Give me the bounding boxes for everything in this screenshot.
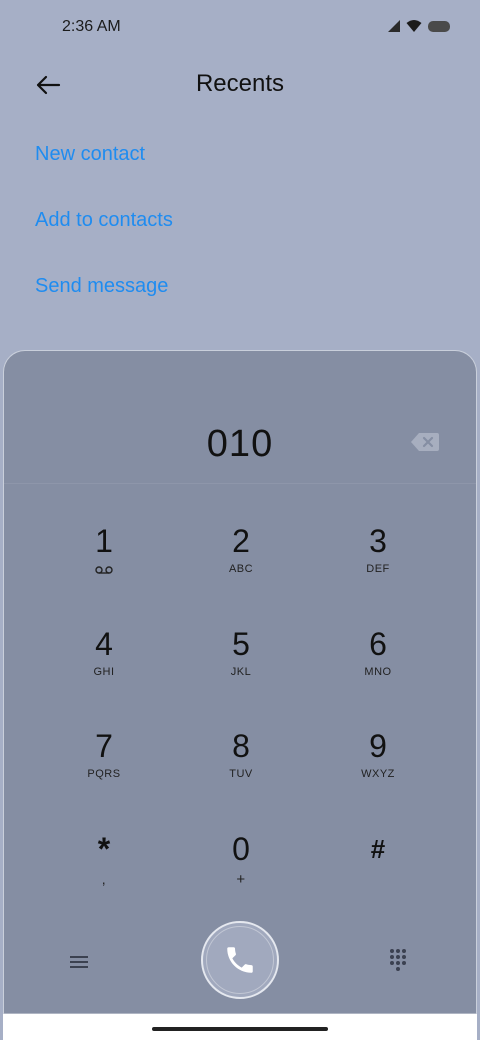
navigation-bar [3,1014,477,1040]
key-4[interactable]: 4 GHI [44,624,164,704]
key-star[interactable]: * , [44,829,164,909]
voicemail-icon [95,566,113,574]
key-letters: WXYZ [361,768,395,780]
key-digit: * [97,831,111,867]
key-2[interactable]: 2 ABC [181,521,301,601]
key-digit: 9 [369,728,387,764]
status-bar: 2:36 AM [0,0,480,56]
keypad-icon [390,949,394,953]
keypad-toggle-button[interactable] [390,949,410,971]
key-digit: 6 [369,626,387,662]
key-0[interactable]: 0 + [181,829,301,909]
header: Recents [0,60,480,110]
key-letters: GHI [93,666,115,678]
new-contact-link[interactable]: New contact [35,140,173,206]
key-letters: MNO [364,666,392,678]
key-letters: JKL [230,666,252,678]
key-letters: TUV [229,768,253,780]
dialpad-panel: 010 1 2 ABC 3 DEF 4 GHI 5 JKL 6 MNO 7 PQ… [3,350,477,1014]
key-3[interactable]: 3 DEF [318,521,438,601]
dialer-bottom-bar [4,921,476,1011]
key-6[interactable]: 6 MNO [318,624,438,704]
key-letters: ABC [228,563,254,575]
key-8[interactable]: 8 TUV [181,726,301,806]
page-title: Recents [195,70,285,97]
key-1[interactable]: 1 [44,521,164,601]
key-letters: , [101,871,107,887]
key-digit: 7 [95,728,113,764]
backspace-button[interactable] [410,431,440,453]
key-digit: 3 [369,523,387,559]
home-indicator[interactable] [152,1027,328,1031]
key-digit: # [370,834,386,864]
backspace-icon [411,433,439,451]
key-digit: 0 [232,831,250,867]
status-icons [388,19,450,33]
add-to-contacts-link[interactable]: Add to contacts [35,206,173,272]
phone-icon [227,947,253,973]
key-digit: 2 [232,523,250,559]
dialed-number: 010 [206,423,274,465]
call-button[interactable] [201,921,279,999]
action-list: New contact Add to contacts Send message [35,140,173,338]
key-letters: + [236,871,246,888]
key-digit: 4 [95,626,113,662]
key-letters: DEF [366,563,390,575]
key-letters: PQRS [87,768,121,780]
battery-icon [428,20,450,32]
key-digit: 8 [232,728,250,764]
menu-button[interactable] [70,953,92,971]
key-5[interactable]: 5 JKL [181,624,301,704]
key-9[interactable]: 9 WXYZ [318,726,438,806]
key-7[interactable]: 7 PQRS [44,726,164,806]
send-message-link[interactable]: Send message [35,272,173,338]
key-digit: 5 [232,626,250,662]
signal-icon [388,20,400,32]
key-hash[interactable]: # [318,829,438,909]
key-digit: 1 [95,523,113,559]
status-time: 2:36 AM [62,18,121,35]
divider [4,483,476,484]
wifi-icon [406,20,422,32]
menu-icon [70,956,92,968]
